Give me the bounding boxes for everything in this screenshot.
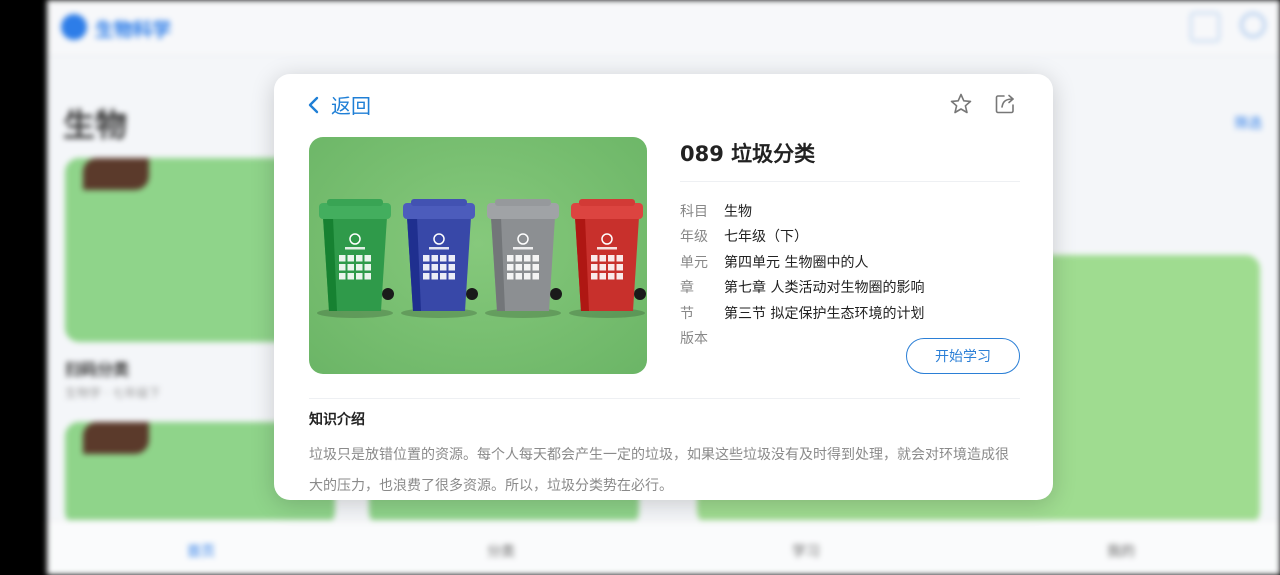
title-divider <box>680 181 1020 182</box>
scan-icon <box>1190 12 1220 42</box>
star-icon[interactable] <box>949 92 973 116</box>
blue-bin-icon <box>401 199 478 318</box>
trash-bins-thumbnail <box>309 137 647 374</box>
lesson-title: 089 垃圾分类 <box>680 142 816 166</box>
search-icon <box>1240 12 1266 38</box>
background-tab: 分类 <box>487 544 515 560</box>
start-learning-button[interactable]: 开始学习 <box>906 338 1020 374</box>
meta-row-chapter: 章 第七章 人类活动对生物圈的影响 <box>680 275 924 301</box>
background-tab: 我的 <box>1107 544 1135 560</box>
back-label: 返回 <box>331 94 371 118</box>
meta-key: 节 <box>680 305 694 322</box>
meta-key: 年级 <box>680 229 708 246</box>
meta-value: 生物 <box>724 203 752 220</box>
detail-modal: 返回 089 垃圾分类 科目 生物 年级 七年级（下） 单元 第四单元 生物圈中… <box>274 74 1053 500</box>
chevron-left-icon <box>308 96 319 113</box>
back-button[interactable]: 返回 <box>307 90 371 119</box>
meta-key: 科目 <box>680 203 708 220</box>
share-icon[interactable] <box>993 92 1017 116</box>
meta-row-edition: 版本 <box>680 326 924 352</box>
app-name: 生物科学 <box>95 19 172 41</box>
background-card-subtitle: 生物学 · 七年级下 <box>65 386 161 400</box>
background-filter: 筛选 <box>1234 116 1262 132</box>
meta-row-subject: 科目 生物 <box>680 198 924 224</box>
meta-value: 第四单元 生物圈中的人 <box>724 254 869 271</box>
meta-value: 七年级（下） <box>724 229 808 246</box>
gray-bin-icon <box>485 199 562 318</box>
trash-bins-illustration <box>317 199 646 318</box>
background-page-title: 生物 <box>63 106 128 144</box>
knowledge-intro-text: 垃圾只是放错位置的资源。每个人每天都会产生一定的垃圾，如果这些垃圾没有及时得到处… <box>309 447 1009 494</box>
meta-key: 单元 <box>680 254 708 271</box>
meta-row-unit: 单元 第四单元 生物圈中的人 <box>680 249 924 275</box>
section-divider <box>309 398 1020 399</box>
meta-row-grade: 年级 七年级（下） <box>680 224 924 250</box>
red-bin-icon <box>569 199 646 318</box>
meta-key: 版本 <box>680 331 708 348</box>
modal-actions <box>949 92 1017 116</box>
background-tab: 首页 <box>187 544 215 560</box>
meta-key: 章 <box>680 280 694 297</box>
meta-value: 第三节 拟定保护生态环境的计划 <box>724 305 925 322</box>
background-tab: 学习 <box>792 544 820 560</box>
app-logo-icon <box>61 14 87 40</box>
meta-value: 第七章 人类活动对生物圈的影响 <box>724 280 925 297</box>
green-bin-icon <box>317 199 394 318</box>
background-card-title: 扫码分类 <box>65 360 130 379</box>
background-header: 生物科学 <box>47 0 1280 56</box>
meta-row-section: 节 第三节 拟定保护生态环境的计划 <box>680 300 924 326</box>
lesson-meta: 科目 生物 年级 七年级（下） 单元 第四单元 生物圈中的人 章 第七章 人类活… <box>680 198 924 351</box>
background-tabbar: 首页 分类 学习 我的 <box>47 520 1280 575</box>
knowledge-intro-heading: 知识介绍 <box>309 412 365 428</box>
